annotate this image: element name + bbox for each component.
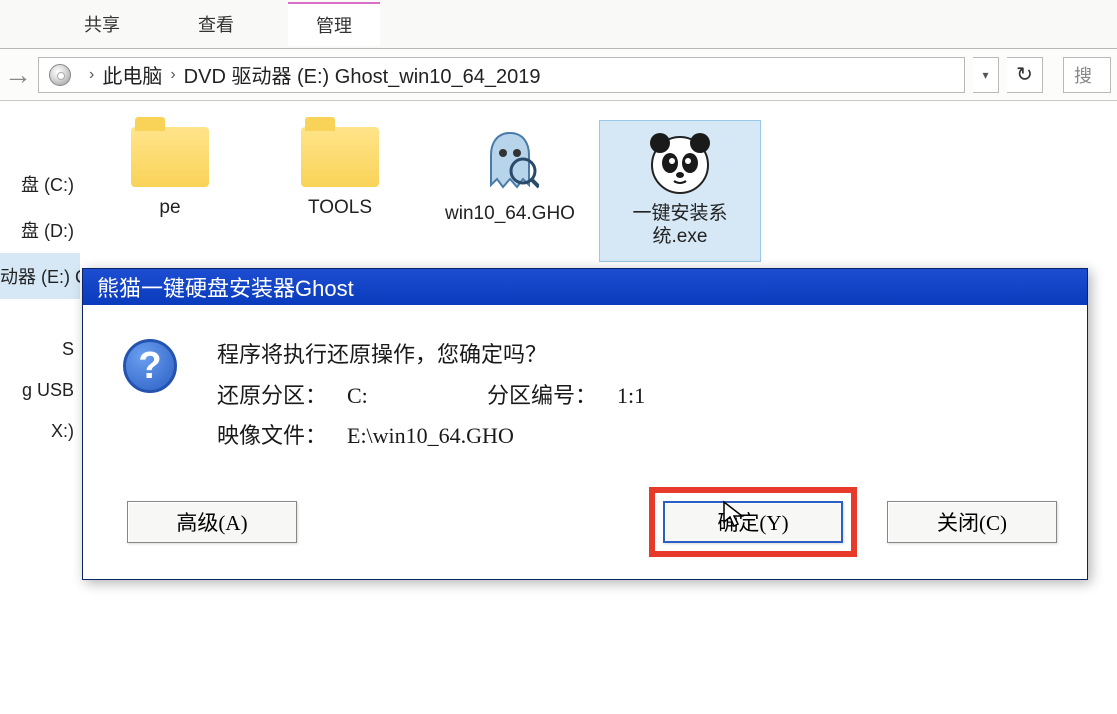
tab-share[interactable]: 共享 [60,1,144,47]
image-file-value: E:\win10_64.GHO [347,416,514,457]
sidebar: 盘 (C:) 盘 (D:) 动器 (E:) Cl S g USB X:) [0,101,80,714]
partition-number-value: 1:1 [617,376,645,417]
file-label: 一键安装系统.exe [610,203,750,249]
tab-manage[interactable]: 管理 [288,2,380,46]
ghost-file-icon [480,127,540,197]
close-button[interactable]: 关闭(C) [887,501,1057,543]
search-placeholder: 搜 [1074,62,1092,88]
dialog-title: 熊猫一键硬盘安装器Ghost [97,271,354,303]
ok-button[interactable]: 确定(Y) [663,501,843,543]
chevron-right-icon: › [89,66,94,84]
file-label: win10_64.GHO [445,203,575,226]
refresh-button[interactable]: ↻ [1007,57,1043,93]
refresh-icon: ↻ [1016,62,1033,87]
nav-forward-icon[interactable]: → [0,59,30,91]
restore-partition-value: C: [347,376,487,417]
panda-icon [645,127,715,197]
folder-pe[interactable]: pe [90,121,250,261]
chevron-down-icon: ▾ [982,68,988,82]
file-installer-exe[interactable]: 一键安装系统.exe [600,121,760,261]
folder-icon [301,127,379,187]
dialog-text: 程序将执行还原操作，您确定吗？ 还原分区： C: 分区编号： 1:1 映像文件：… [217,335,645,457]
ok-button-highlight: 确定(Y) [649,487,857,557]
sidebar-item-drive-e[interactable]: 动器 (E:) Cl [0,253,80,299]
breadcrumb[interactable]: › 此电脑 › DVD 驱动器 (E:) Ghost_win10_64_2019 [38,57,965,93]
sidebar-item-drive-x[interactable]: X:) [0,411,80,452]
sidebar-item-drive-d[interactable]: 盘 (D:) [0,207,80,253]
sidebar-item-drive-c[interactable]: 盘 (C:) [0,161,80,207]
advanced-button[interactable]: 高级(A) [127,501,297,543]
crumb-drive[interactable]: DVD 驱动器 (E:) Ghost_win10_64_2019 [184,60,541,89]
address-bar: → › 此电脑 › DVD 驱动器 (E:) Ghost_win10_64_20… [0,49,1117,101]
folder-icon [131,127,209,187]
restore-partition-label: 还原分区： [217,376,347,417]
confirm-dialog: 熊猫一键硬盘安装器Ghost ? 程序将执行还原操作，您确定吗？ 还原分区： C… [82,268,1088,580]
partition-number-label: 分区编号： [487,376,617,417]
ribbon-tabs: 共享 查看 管理 [0,0,1117,48]
search-input[interactable]: 搜 [1063,57,1111,93]
file-gho[interactable]: win10_64.GHO [430,121,590,261]
chevron-right-icon: › [170,66,175,84]
file-label: pe [159,197,180,220]
sidebar-item-usb[interactable]: g USB [0,370,80,411]
folder-tools[interactable]: TOOLS [260,121,420,261]
crumb-this-pc[interactable]: 此电脑 [102,60,162,89]
dialog-body: ? 程序将执行还原操作，您确定吗？ 还原分区： C: 分区编号： 1:1 映像文… [83,305,1087,477]
question-icon: ? [123,339,177,393]
file-label: TOOLS [308,197,372,220]
tab-view[interactable]: 查看 [174,1,258,47]
sidebar-item-s[interactable]: S [0,329,80,370]
dialog-message: 程序将执行还原操作，您确定吗？ [217,335,645,376]
cd-drive-icon [49,64,71,86]
dialog-title-bar[interactable]: 熊猫一键硬盘安装器Ghost [83,269,1087,305]
image-file-label: 映像文件： [217,416,347,457]
address-dropdown-button[interactable]: ▾ [973,57,999,93]
dialog-button-row: 高级(A) 确定(Y) 关闭(C) [83,477,1087,579]
